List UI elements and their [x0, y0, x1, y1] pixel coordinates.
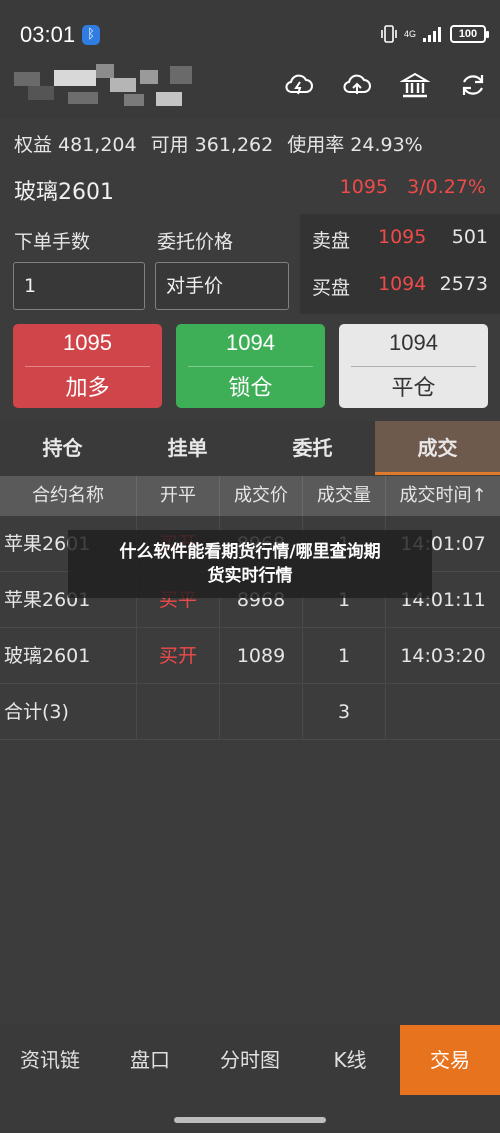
status-time: 03:01 — [20, 22, 76, 47]
equity-value: 权益 481,204 — [14, 134, 137, 156]
table-header: 合约名称 开平 成交价 成交量 成交时间↑ — [0, 476, 500, 516]
overlay-line-1: 什么软件能看期货行情/哪里查询期 — [119, 542, 381, 562]
table-row[interactable]: 玻璃2601 买开 1089 1 14:03:20 — [0, 628, 500, 684]
battery-indicator: 100 — [450, 25, 489, 43]
account-summary: 权益 481,204 可用 361,262 使用率 24.93% — [14, 130, 423, 157]
home-indicator[interactable] — [174, 1117, 326, 1123]
close-position-button[interactable]: 1094 平仓 — [339, 324, 488, 408]
table-total-row: 合计(3) 3 — [0, 684, 500, 740]
available-value: 可用 361,262 — [150, 134, 274, 156]
header-contract[interactable]: 合约名称 — [0, 476, 137, 516]
total-empty — [386, 684, 500, 739]
header-price[interactable]: 成交价 — [220, 476, 303, 516]
button-divider — [188, 366, 313, 367]
status-indicators: 4G 100 — [380, 24, 489, 44]
account-avatar-mosaic — [14, 60, 194, 108]
buy-long-button[interactable]: 1095 加多 — [13, 324, 162, 408]
header-toolbar — [284, 70, 488, 100]
overlay-line-2: 货实时行情 — [207, 566, 293, 586]
cell-time: 14:03:20 — [400, 645, 486, 667]
nav-intraday-chart[interactable]: 分时图 — [200, 1025, 300, 1095]
price-label: 委托价格 — [157, 231, 234, 253]
cloud-upload-icon[interactable] — [342, 70, 372, 100]
tab-positions[interactable]: 持仓 — [0, 421, 125, 475]
bid-price: 1094 — [378, 273, 427, 295]
contract-row[interactable]: 玻璃2601 1095 3/0.27% — [0, 170, 500, 206]
bid-volume: 2573 — [439, 273, 488, 295]
bank-icon[interactable] — [400, 70, 430, 100]
cell-contract: 玻璃2601 — [0, 628, 137, 683]
qty-input[interactable]: 1 — [13, 262, 145, 310]
bluetooth-icon: ᛒ — [82, 25, 100, 45]
title-overlay-banner: 什么软件能看期货行情/哪里查询期 货实时行情 — [68, 530, 432, 598]
bid-label: 买盘 — [312, 277, 351, 299]
tab-trades[interactable]: 成交 — [375, 421, 500, 475]
cell-open-close: 买开 — [137, 628, 220, 683]
header-time[interactable]: 成交时间↑ — [386, 476, 500, 516]
button-divider — [25, 366, 150, 367]
refresh-icon[interactable] — [458, 70, 488, 100]
tab-orders[interactable]: 委托 — [250, 421, 375, 475]
cell-volume: 1 — [303, 628, 386, 683]
qty-label: 下单手数 — [14, 231, 91, 253]
trades-table: 合约名称 开平 成交价 成交量 成交时间↑ 苹果2601 买开 8968 1 1… — [0, 476, 500, 740]
lock-position-button[interactable]: 1094 锁仓 — [176, 324, 325, 408]
total-volume: 3 — [303, 684, 386, 739]
close-price: 1094 — [389, 330, 438, 355]
total-empty — [137, 684, 220, 739]
cell-price: 1089 — [220, 628, 303, 683]
nav-kline[interactable]: K线 — [300, 1025, 400, 1095]
header-volume[interactable]: 成交量 — [303, 476, 386, 516]
total-empty — [220, 684, 303, 739]
home-bar-area — [0, 1095, 500, 1133]
buy-long-label: 加多 — [65, 376, 110, 401]
contract-change: 3/0.27% — [407, 176, 486, 198]
total-label: 合计(3) — [0, 684, 137, 739]
ask-price: 1095 — [378, 226, 427, 248]
order-tabs: 持仓 挂单 委托 成交 — [0, 421, 500, 475]
usage-value: 使用率 24.93% — [287, 134, 423, 156]
bid-row: 买盘 1094 2573 — [312, 273, 488, 300]
buy-long-price: 1095 — [63, 330, 112, 355]
nav-orderbook[interactable]: 盘口 — [100, 1025, 200, 1095]
price-input[interactable]: 对手价 — [155, 262, 289, 310]
ask-volume: 501 — [451, 226, 488, 248]
ask-label: 卖盘 — [312, 230, 351, 252]
nav-news[interactable]: 资讯链 — [0, 1025, 100, 1095]
lock-price: 1094 — [226, 330, 275, 355]
nav-trade[interactable]: 交易 — [400, 1025, 500, 1095]
close-label: 平仓 — [391, 376, 436, 401]
contract-name[interactable]: 玻璃2601 — [14, 174, 114, 206]
contract-price: 1095 — [339, 176, 388, 198]
vibrate-icon — [381, 25, 397, 43]
network-type: 4G — [403, 28, 416, 39]
header-open-close[interactable]: 开平 — [137, 476, 220, 516]
tab-pending[interactable]: 挂单 — [125, 421, 250, 475]
ask-row: 卖盘 1095 501 — [312, 226, 488, 253]
signal-icon — [423, 27, 441, 42]
bottom-navigation: 资讯链 盘口 分时图 K线 交易 — [0, 1025, 500, 1095]
lock-label: 锁仓 — [228, 376, 273, 401]
button-divider — [351, 366, 476, 367]
quote-panel: 卖盘 1095 501 买盘 1094 2573 — [300, 214, 500, 314]
cloud-download-icon[interactable] — [284, 70, 314, 100]
app-header — [0, 52, 500, 118]
